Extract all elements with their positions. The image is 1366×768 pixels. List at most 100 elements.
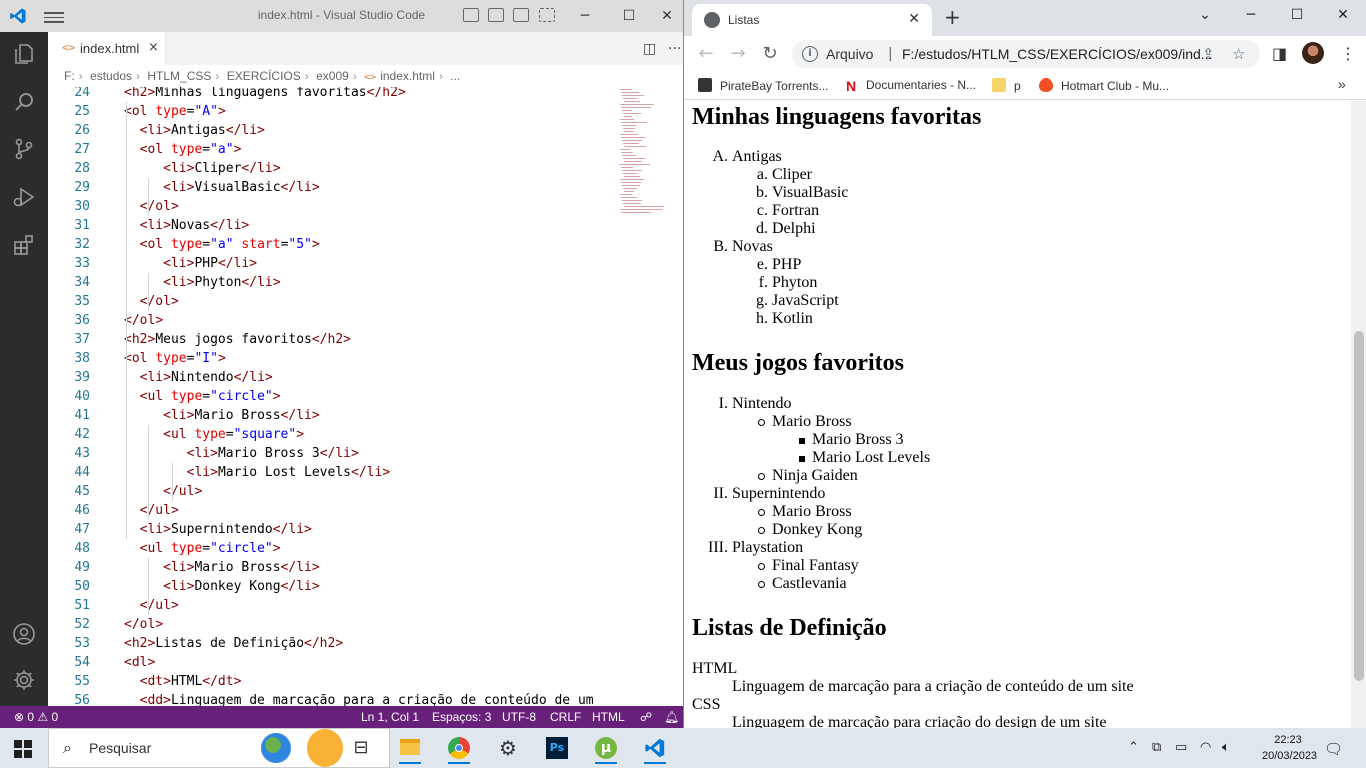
code-text[interactable]: <li>Antigas</li> (124, 121, 265, 140)
code-text[interactable]: </ol> (124, 197, 179, 216)
code-text[interactable]: </ol> (124, 615, 163, 634)
utorrent-icon[interactable]: µ (587, 732, 625, 764)
clock[interactable]: 22:23 20/03/2023 (1262, 732, 1317, 764)
source-control-icon[interactable] (12, 137, 36, 161)
cursor-position[interactable]: Ln 1, Col 1 (361, 706, 419, 728)
weather-icon[interactable] (261, 733, 291, 763)
feedback-icon[interactable]: ☍ (640, 706, 652, 728)
code-text[interactable]: <h2>Minhas linguagens favoritas</h2> (124, 87, 406, 102)
code-editor[interactable]: 24 <h2>Minhas linguagens favoritas</h2> 25… (48, 87, 618, 706)
problems-indicator[interactable]: ⊗ 0 ⚠ 0 (14, 706, 58, 728)
info-icon[interactable]: i (802, 46, 818, 62)
run-debug-icon[interactable] (12, 185, 36, 209)
meet-now-icon[interactable]: ⧉ (1152, 740, 1161, 755)
extensions-icon[interactable] (12, 233, 36, 257)
reload-button[interactable]: ↻ (758, 42, 782, 66)
code-text[interactable]: <li>PHP</li> (124, 254, 257, 273)
code-text[interactable]: </ol> (124, 311, 163, 330)
browser-tab[interactable]: Listas ✕ (692, 4, 932, 36)
code-text[interactable]: <ol type="a" start="5"> (124, 235, 320, 254)
forward-button[interactable]: → (726, 42, 750, 66)
code-text[interactable]: </ol> (124, 292, 179, 311)
code-text[interactable]: <ol type="A"> (124, 102, 226, 121)
bookmark-item[interactable]: p (992, 78, 1021, 93)
more-actions-icon[interactable]: ··· (668, 41, 681, 57)
indentation[interactable]: Espaços: 3 (432, 706, 491, 728)
task-view-icon[interactable]: ⊟ (342, 732, 380, 764)
explorer-icon[interactable] (12, 42, 36, 66)
page-scrollbar[interactable] (1351, 101, 1366, 728)
encoding[interactable]: UTF-8 (502, 706, 536, 728)
more-bookmarks-icon[interactable]: » (1338, 76, 1346, 92)
code-text[interactable]: <li>Mario Bross</li> (124, 558, 320, 577)
breadcrumb-item[interactable]: index.html (380, 69, 435, 83)
notifications-icon[interactable]: 🗨︎ (1324, 740, 1343, 758)
search-icon[interactable] (12, 90, 36, 114)
url-text[interactable]: F:/estudos/HTLM_CSS/EXERCÍCIOS/ex009/ind… (902, 46, 1212, 62)
bookmark-item[interactable]: N Documentaries - N... (844, 78, 976, 93)
close-window-button[interactable]: ✕ (652, 4, 682, 28)
maximize-button[interactable]: ☐ (1274, 0, 1320, 30)
language-mode[interactable]: HTML (592, 706, 625, 728)
code-text[interactable]: <li>Cliper</li> (124, 159, 280, 178)
code-text[interactable]: <dt>HTML</dt> (124, 672, 242, 691)
toggle-sidebar-icon[interactable] (463, 8, 479, 22)
volume-icon[interactable]: 🔈︎ (1222, 740, 1230, 755)
breadcrumb-item[interactable]: ex009 (316, 69, 349, 83)
chrome-icon[interactable] (440, 732, 478, 764)
notifications-bell-icon[interactable]: 🔔︎ (664, 706, 679, 728)
page-viewport[interactable]: Minhas linguagens favoritas A. Antigas a. Cl… (684, 101, 1366, 728)
line-ending[interactable]: CRLF (550, 706, 581, 728)
code-text[interactable]: <li>Mario Lost Levels</li> (124, 463, 391, 482)
toggle-secondary-sidebar-icon[interactable] (513, 8, 529, 22)
show-hidden-icons[interactable]: ⌃ (1128, 740, 1139, 755)
address-bar[interactable]: i Arquivo | F:/estudos/HTLM_CSS/EXERCÍCI… (792, 40, 1260, 68)
vscode-icon[interactable] (636, 732, 674, 764)
code-text[interactable]: <li>Mario Bross</li> (124, 406, 320, 425)
minimize-button[interactable]: ─ (570, 4, 600, 28)
breadcrumb-item[interactable]: HTLM_CSS (147, 69, 211, 83)
toggle-panel-icon[interactable] (488, 8, 504, 22)
code-text[interactable]: <ul type="circle"> (124, 539, 281, 558)
settings-icon[interactable]: ⚙ (489, 732, 527, 764)
code-text[interactable]: </ul> (124, 482, 202, 501)
tab-index-html[interactable]: <> index.html × (48, 32, 166, 65)
chrome-menu-icon[interactable]: ⋮ (1340, 44, 1356, 63)
taskbar-search[interactable]: ⌕ Pesquisar (48, 728, 390, 768)
code-text[interactable]: </ul> (124, 596, 179, 615)
windows-start-icon[interactable] (14, 740, 32, 758)
code-text[interactable]: <li>Nintendo</li> (124, 368, 273, 387)
manage-gear-icon[interactable] (12, 668, 36, 692)
tab-search-icon[interactable]: ⌄ (1182, 0, 1228, 30)
code-text[interactable]: <ul type="circle"> (124, 387, 281, 406)
code-text[interactable]: <li>Mario Bross 3</li> (124, 444, 359, 463)
battery-icon[interactable]: ▭ (1175, 740, 1187, 755)
breadcrumb-item[interactable]: EXERCÍCIOS (227, 69, 301, 83)
new-tab-button[interactable]: + (944, 5, 961, 29)
code-text[interactable]: <li>Supernintendo</li> (124, 520, 312, 539)
tab-close-icon[interactable]: × (148, 40, 159, 55)
code-text[interactable]: </ul> (124, 501, 179, 520)
code-text[interactable]: <h2>Meus jogos favoritos</h2> (124, 330, 351, 349)
profile-avatar[interactable] (1302, 42, 1324, 64)
share-icon[interactable]: ⇪ (1202, 45, 1215, 63)
breadcrumb-item[interactable]: estudos (90, 69, 132, 83)
close-tab-icon[interactable]: ✕ (908, 11, 920, 27)
code-text[interactable]: <li>Donkey Kong</li> (124, 577, 320, 596)
minimap[interactable] (618, 87, 683, 706)
bookmark-item[interactable]: Hotmart Club - Mu... (1039, 78, 1169, 93)
side-panel-icon[interactable]: ◨ (1272, 44, 1287, 63)
code-text[interactable]: <dl> (124, 653, 155, 672)
code-text[interactable]: <ul type="square"> (124, 425, 304, 444)
back-button[interactable]: ← (694, 42, 718, 66)
breadcrumb-item[interactable]: ... (450, 69, 460, 83)
breadcrumb-item[interactable]: F: (64, 69, 75, 83)
bookmark-star-icon[interactable]: ☆ (1232, 45, 1245, 63)
scrollbar-thumb[interactable] (1354, 331, 1364, 681)
maximize-button[interactable]: ☐ (614, 4, 644, 28)
split-editor-icon[interactable]: ◫ (643, 41, 656, 57)
code-text[interactable]: <ol type="a"> (124, 140, 242, 159)
code-text[interactable]: <li>Novas</li> (124, 216, 250, 235)
wifi-icon[interactable]: ◠ (1200, 740, 1211, 755)
code-text[interactable]: <dd>Linguagem de marcação para a criação… (124, 691, 594, 706)
